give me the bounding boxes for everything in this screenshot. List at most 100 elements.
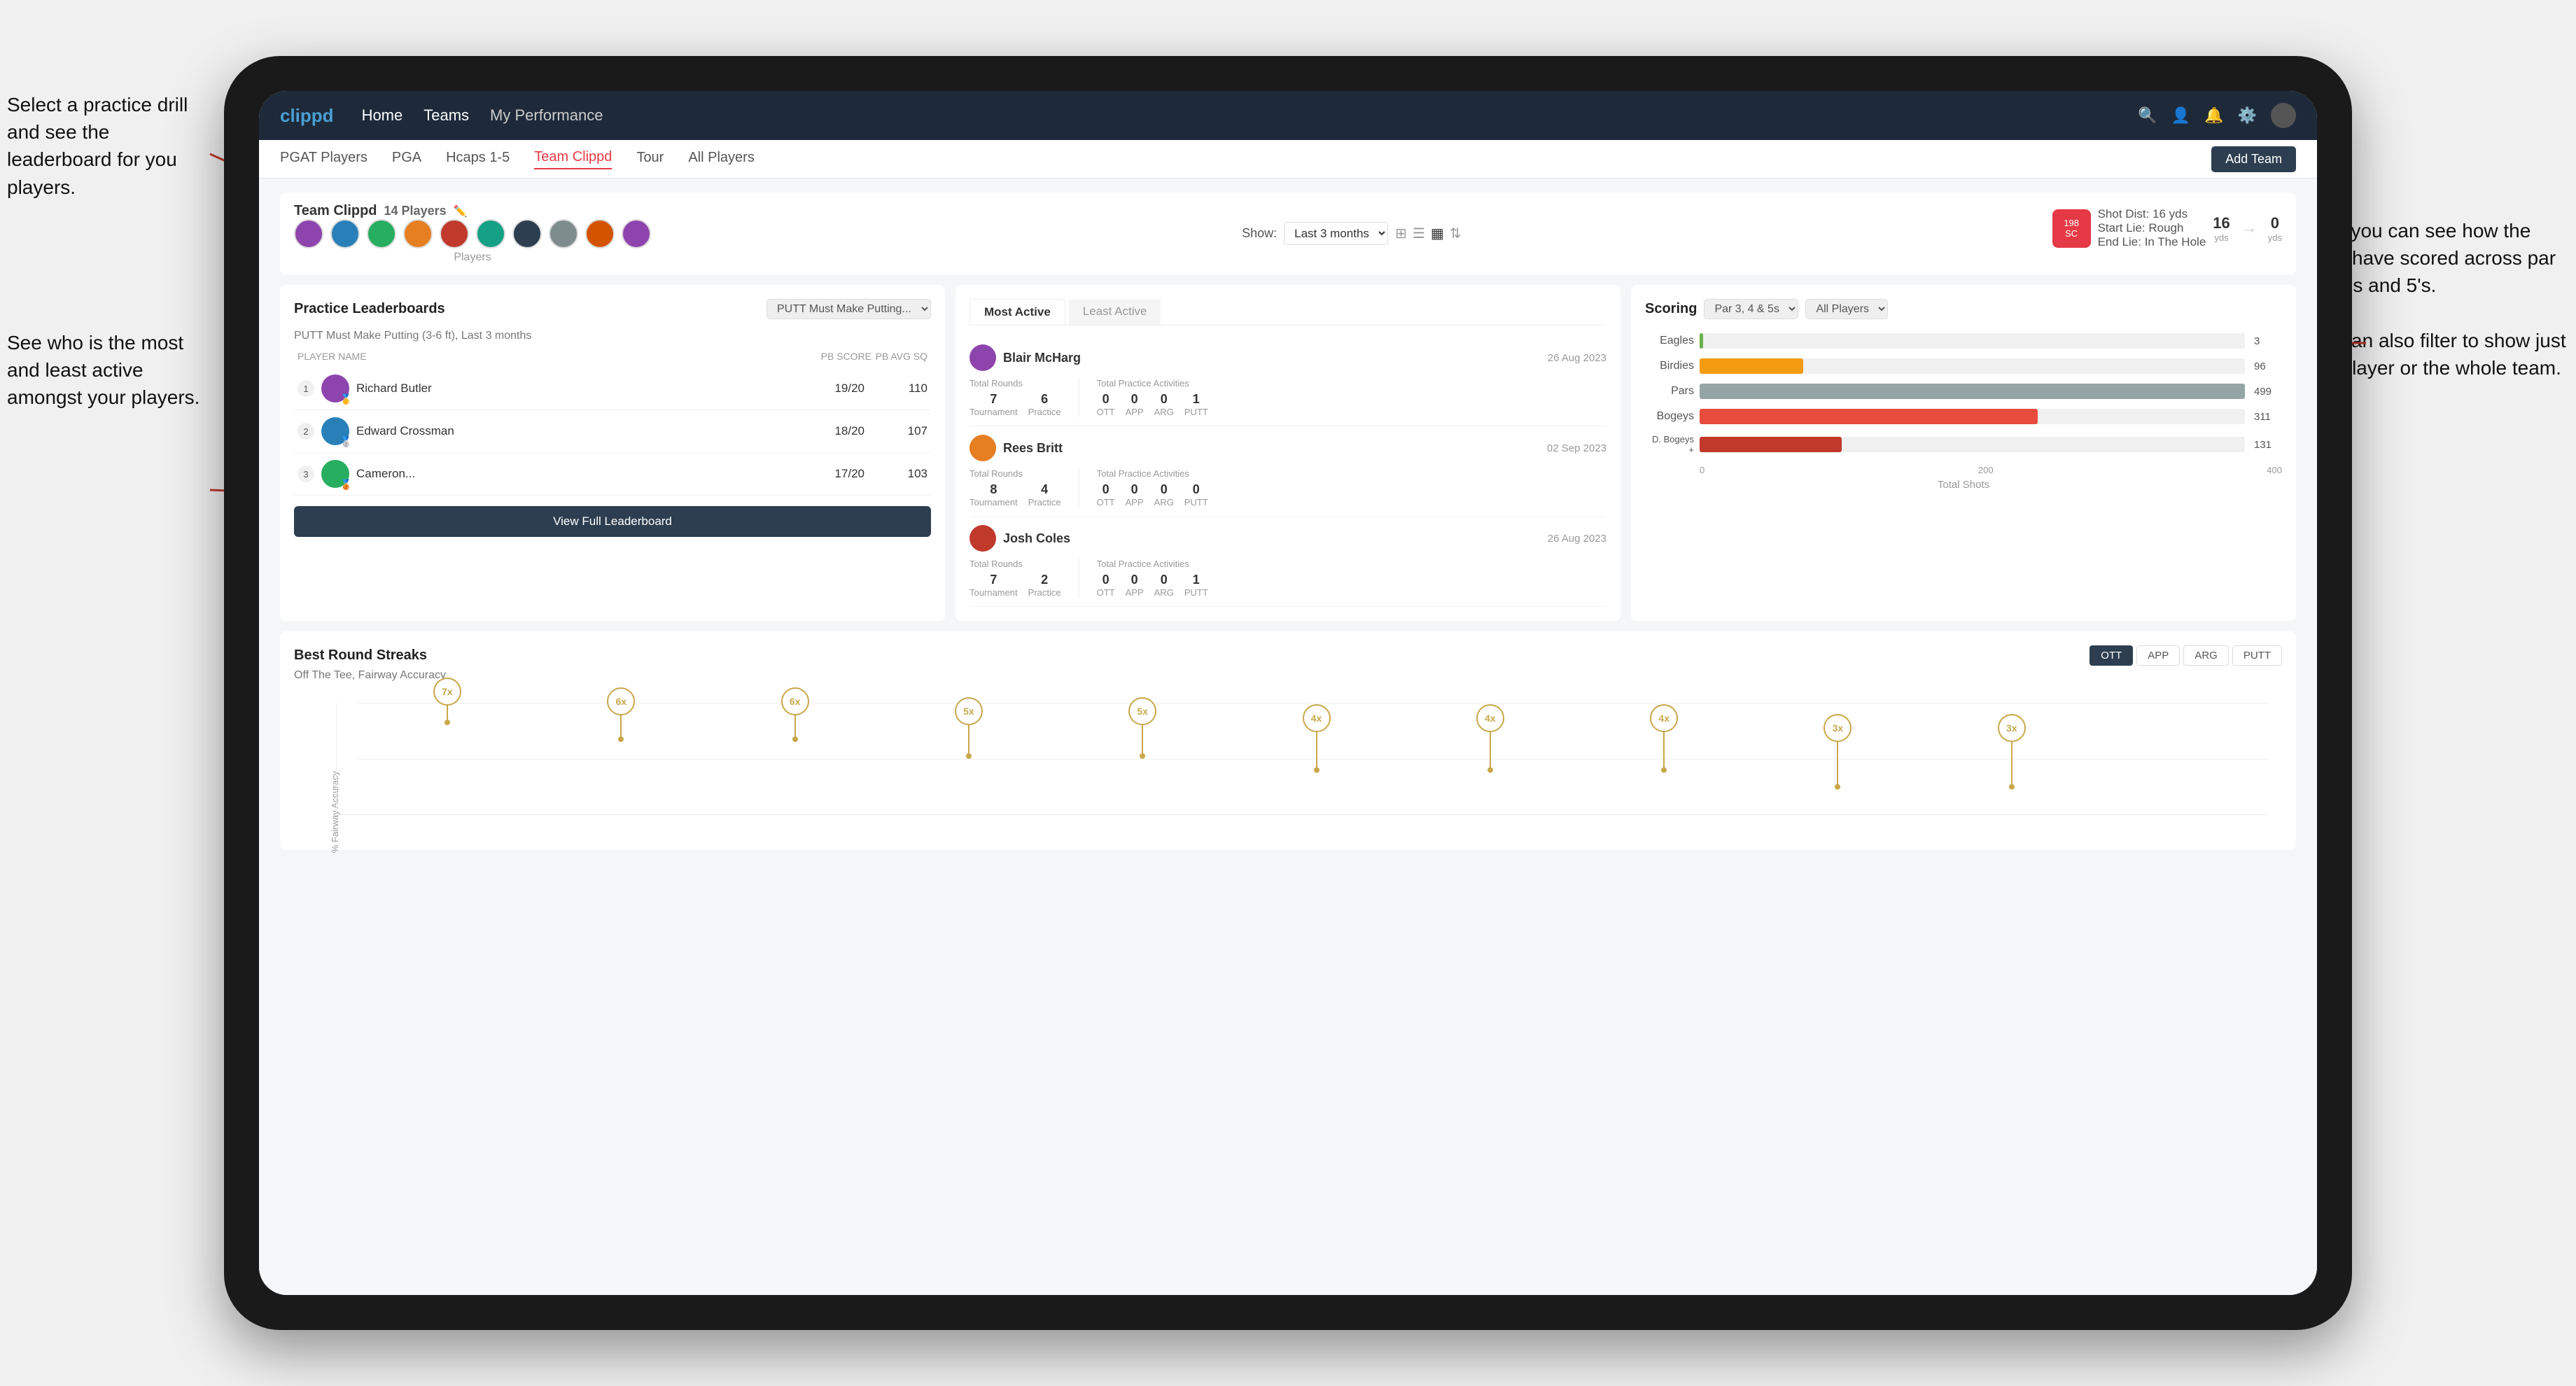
bar-row-pars: Pars 499 [1645, 384, 2282, 399]
streaks-tab-arg[interactable]: ARG [2183, 645, 2229, 666]
pa-header-josh: Josh Coles 26 Aug 2023 [969, 525, 1606, 552]
player-avatar-1[interactable] [294, 219, 323, 248]
lb-col-score: PB SCORE [816, 351, 872, 362]
search-icon[interactable]: 🔍 [2138, 106, 2157, 125]
streaks-tab-putt[interactable]: PUTT [2232, 645, 2282, 666]
lb-medal-2: 🥈 [340, 436, 352, 448]
player-avatar-10[interactable] [622, 219, 651, 248]
score-circle-2: 0 yds [2268, 214, 2282, 243]
bar-val-birdies: 96 [2254, 360, 2282, 372]
subnav-hcaps[interactable]: Hcaps 1-5 [446, 150, 510, 169]
subnav-pgat[interactable]: PGAT Players [280, 150, 368, 169]
x-label-200: 200 [1978, 465, 1994, 475]
scoring-filter-pars[interactable]: Par 3, 4 & 5s [1704, 299, 1798, 319]
view-full-leaderboard-button[interactable]: View Full Leaderboard [294, 506, 931, 537]
player-avatar-6[interactable] [476, 219, 505, 248]
streak-node-4x-3: 4x [1650, 704, 1678, 773]
leaderboard-title: Practice Leaderboards [294, 301, 445, 317]
pa-date-blair: 26 Aug 2023 [1548, 352, 1606, 364]
settings-icon[interactable]: ⚙️ [2238, 106, 2257, 125]
subnav-teamclippd[interactable]: Team Clippd [534, 149, 612, 169]
streak-line-3x-1 [1837, 742, 1838, 784]
bell-icon[interactable]: 🔔 [2204, 106, 2223, 125]
pa-tournament-rees: 8 Tournament [969, 482, 1018, 507]
lb-name-3: Cameron... [356, 467, 802, 481]
player-avatar-9[interactable] [585, 219, 615, 248]
streak-node-3x-2: 3x [1998, 714, 2026, 790]
streak-circle-6x-2: 6x [781, 687, 809, 715]
nav-link-myperformance[interactable]: My Performance [490, 106, 603, 125]
users-icon[interactable]: 👤 [2171, 106, 2190, 125]
pa-practice-josh: 2 Practice [1028, 573, 1061, 598]
circle-label-2: yds [2268, 232, 2282, 243]
drill-select[interactable]: PUTT Must Make Putting... [766, 299, 931, 319]
lb-score-1: 19/20 [808, 382, 864, 396]
bar-outer-bogeys [1700, 409, 2245, 424]
bar-fill-birdies [1700, 358, 1803, 374]
bar-row-bogeys: Bogeys 311 [1645, 409, 2282, 424]
streaks-tab-app[interactable]: APP [2136, 645, 2180, 666]
subnav-allplayers[interactable]: All Players [688, 150, 754, 169]
add-team-button[interactable]: Add Team [2211, 146, 2296, 172]
tab-most-active[interactable]: Most Active [969, 299, 1065, 325]
bar-val-dbogeys: 131 [2254, 439, 2282, 451]
streaks-title: Best Round Streaks [294, 648, 427, 664]
score-info-line2: Start Lie: Rough [2098, 221, 2206, 235]
nav-link-home[interactable]: Home [362, 106, 403, 125]
view-icons: ⊞ ☰ ▦ ⇅ [1395, 225, 1461, 242]
list-view-icon[interactable]: ☰ [1413, 225, 1425, 242]
score-circles: 16 yds → 0 yds [2213, 214, 2282, 243]
player-avatar-8[interactable] [549, 219, 578, 248]
streak-node-5x-2: 5x [1128, 697, 1156, 759]
streak-line-3x-2 [2011, 742, 2012, 784]
pa-practice-rees: 4 Practice [1028, 482, 1061, 507]
lb-avg-3: 103 [872, 467, 927, 481]
leaderboard-row-2: 2 🥈 Edward Crossman 18/20 107 [294, 410, 931, 453]
tablet-screen: clippd Home Teams My Performance 🔍 👤 🔔 ⚙… [259, 91, 2317, 1295]
leaderboard-row-1: 1 🥇 Richard Butler 19/20 110 [294, 368, 931, 410]
player-avatar-7[interactable] [512, 219, 542, 248]
streak-circle-3x-2: 3x [1998, 714, 2026, 742]
bar-row-birdies: Birdies 96 [1645, 358, 2282, 374]
subnav-pga[interactable]: PGA [392, 150, 421, 169]
nav-link-teams[interactable]: Teams [424, 106, 469, 125]
avatar[interactable] [2271, 103, 2296, 128]
streaks-tabs: OTT APP ARG PUTT [2090, 645, 2282, 666]
bar-fill-bogeys [1700, 409, 2038, 424]
score-value: 198 [2064, 218, 2079, 228]
pa-name-rees: Rees Britt [1003, 441, 1540, 456]
pa-arg-rees: 0 ARG [1154, 482, 1174, 507]
bar-outer-birdies [1700, 358, 2245, 374]
streak-line-5x-2 [1142, 725, 1143, 753]
pa-header-rees: Rees Britt 02 Sep 2023 [969, 435, 1606, 461]
streak-line-4x-2 [1490, 732, 1491, 767]
player-avatar-2[interactable] [330, 219, 360, 248]
player-avatar-5[interactable] [440, 219, 469, 248]
player-avatar-3[interactable] [367, 219, 396, 248]
sort-icon[interactable]: ⇅ [1450, 225, 1462, 242]
streak-circle-5x-1: 5x [955, 697, 983, 725]
pa-stat-practice-blair: Total Practice Activities 0 OTT 0 APP [1097, 378, 1208, 417]
chart-x-label: Total Shots [1645, 479, 2282, 491]
circle-val-2: 0 [2271, 214, 2279, 232]
lb-rank-2: 2 [298, 423, 314, 440]
team-player-count: 14 Players [384, 204, 447, 218]
pa-putt-blair: 1 PUTT [1184, 392, 1208, 417]
lb-col-headers: PLAYER NAME PB SCORE PB AVG SQ [294, 351, 931, 362]
lb-rank-1: 1 [298, 380, 314, 397]
streak-line-6x-2 [794, 715, 796, 736]
tab-least-active[interactable]: Least Active [1069, 299, 1161, 325]
scoring-filter-players[interactable]: All Players [1805, 299, 1888, 319]
streak-dot-5x-1 [966, 753, 972, 759]
player-avatar-4[interactable] [403, 219, 433, 248]
streaks-panel: Best Round Streaks OTT APP ARG PUTT Off … [280, 631, 2296, 850]
pa-stats-rees: Total Rounds 8 Tournament 4 Practice [969, 468, 1606, 507]
show-select[interactable]: Last 3 months Last 6 months Last year [1284, 222, 1388, 245]
streaks-tab-ott[interactable]: OTT [2090, 645, 2133, 666]
card-view-icon[interactable]: ▦ [1431, 225, 1444, 242]
subnav-tour[interactable]: Tour [636, 150, 664, 169]
streak-dot-3x-2 [2009, 784, 2015, 790]
grid-view-icon[interactable]: ⊞ [1395, 225, 1407, 242]
edit-icon[interactable]: ✏️ [454, 204, 468, 218]
team-avatars [294, 219, 651, 248]
